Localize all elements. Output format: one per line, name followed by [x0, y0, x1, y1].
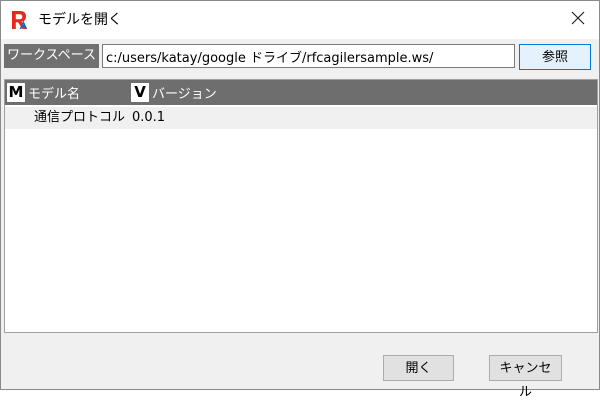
close-icon — [571, 11, 585, 29]
column-header-version[interactable]: V バージョン — [131, 80, 217, 105]
app-logo-icon — [10, 10, 30, 30]
column-label-model-name: モデル名 — [28, 87, 81, 102]
list-item[interactable]: 通信プロトコル 0.0.1 — [5, 107, 597, 129]
version-column-icon: V — [131, 83, 149, 102]
workspace-label: ワークスペース — [4, 44, 99, 68]
model-column-icon: M — [7, 83, 25, 102]
browse-button[interactable]: 参照 — [519, 44, 591, 70]
window-title: モデルを開く — [38, 12, 122, 28]
column-header-model-name[interactable]: M モデル名 — [7, 80, 80, 105]
model-list: M モデル名 V バージョン 通信プロトコル 0.0.1 — [4, 79, 598, 333]
open-button[interactable]: 開く — [383, 355, 454, 381]
dialog-body: ワークスペース 参照 M モデル名 V バージョン 通信プロトコル 0.0.1 … — [1, 39, 599, 400]
list-header: M モデル名 V バージョン — [5, 80, 597, 105]
cancel-button[interactable]: キャンセル — [489, 355, 562, 400]
open-model-dialog: モデルを開く ワークスペース 参照 M モデル名 V バージョン — [0, 0, 600, 400]
model-name-cell: 通信プロトコル — [34, 110, 126, 125]
model-version-cell: 0.0.1 — [132, 110, 166, 125]
title-bar: モデルを開く — [1, 1, 599, 39]
workspace-path-input[interactable] — [102, 44, 515, 68]
close-button[interactable] — [563, 5, 593, 35]
column-label-version: バージョン — [152, 87, 217, 102]
